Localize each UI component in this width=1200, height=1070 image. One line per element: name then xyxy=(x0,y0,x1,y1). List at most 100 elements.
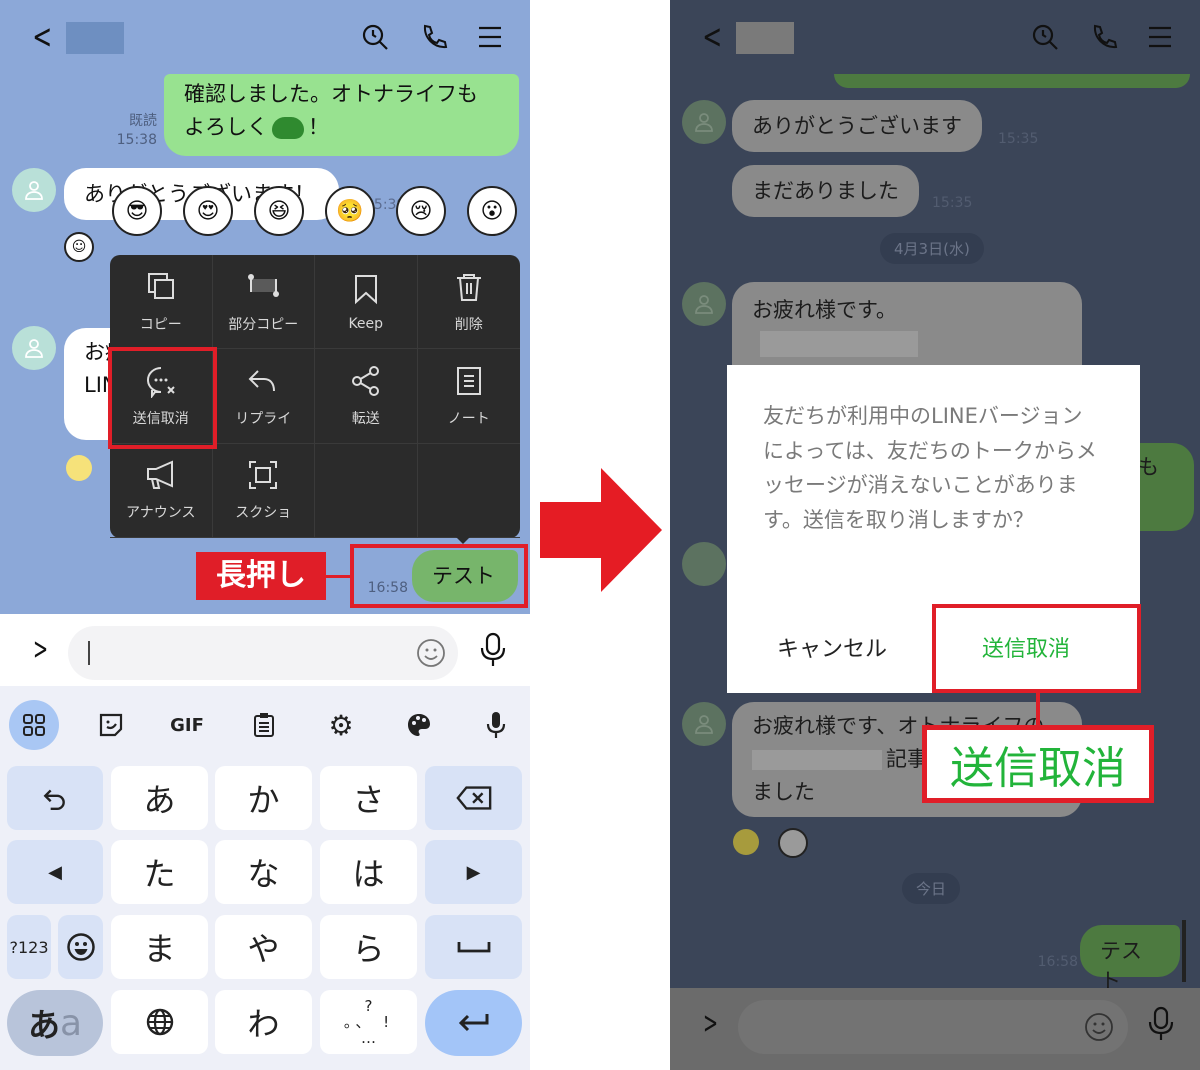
theme-palette-icon[interactable] xyxy=(394,700,444,750)
avatar[interactable] xyxy=(682,282,726,326)
apps-grid-icon[interactable] xyxy=(9,700,59,750)
reaction-touched-icon[interactable]: 🥺 xyxy=(325,186,375,236)
voice-input-icon[interactable] xyxy=(471,700,521,750)
menu-item-delete[interactable]: 削除 xyxy=(417,255,520,350)
emoji-icon[interactable] xyxy=(1084,1012,1114,1042)
avatar[interactable] xyxy=(682,100,726,144)
annotation-long-press: 長押し xyxy=(196,552,326,600)
key-sa[interactable]: さ xyxy=(320,766,417,830)
key-ta[interactable]: た xyxy=(111,840,208,904)
message-text: まだありました xyxy=(752,179,899,203)
menu-icon[interactable] xyxy=(475,22,505,52)
avatar[interactable] xyxy=(682,542,726,586)
key-ma[interactable]: ま xyxy=(111,915,208,979)
received-message[interactable]: まだありました xyxy=(732,165,919,217)
key-na[interactable]: な xyxy=(215,840,312,904)
space-icon xyxy=(457,942,490,953)
sent-message[interactable]: 確認しました。オトナライフも よろしく ！ xyxy=(164,74,519,156)
back-chevron-icon[interactable]: < xyxy=(32,20,52,54)
left-triangle-icon: ◀ xyxy=(48,861,62,883)
menu-item-reply[interactable]: リプライ xyxy=(212,349,315,444)
message-time: 15:35 xyxy=(998,131,1039,147)
reaction-laugh-icon[interactable]: 😆 xyxy=(254,186,304,236)
search-history-icon[interactable] xyxy=(1030,22,1060,52)
settings-gear-icon[interactable]: ⚙ xyxy=(316,700,366,750)
key-a[interactable]: あ xyxy=(111,766,208,830)
key-cursor-left[interactable]: ◀ xyxy=(7,840,103,904)
expand-chevron-icon[interactable]: > xyxy=(33,632,48,667)
sent-message-test[interactable]: テスト xyxy=(1080,925,1180,993)
sticker-icon[interactable] xyxy=(86,700,136,750)
cancel-button[interactable]: キャンセル xyxy=(777,631,887,663)
menu-item-copy[interactable]: コピー xyxy=(110,255,213,350)
date-separator: 4月3日(水) xyxy=(880,233,984,264)
key-ha[interactable]: は xyxy=(320,840,417,904)
key-space[interactable] xyxy=(425,915,522,979)
avatar[interactable] xyxy=(12,168,56,212)
frog-emoji-icon xyxy=(272,116,304,139)
menu-item-label: コピー xyxy=(139,316,182,333)
message-text-line1: お疲れ様です。 xyxy=(752,294,1062,360)
key-wa[interactable]: わ xyxy=(215,990,312,1054)
key-symbols[interactable]: ?123 xyxy=(7,915,51,979)
menu-icon[interactable] xyxy=(1145,22,1175,52)
received-message[interactable]: ありがとうございます xyxy=(732,100,982,152)
key-undo[interactable] xyxy=(7,766,103,830)
message-input[interactable] xyxy=(738,1000,1128,1054)
avatar[interactable] xyxy=(12,326,56,370)
menu-item-keep[interactable]: Keep xyxy=(315,255,418,350)
message-input[interactable] xyxy=(68,626,458,680)
message-text: お疲れ様です。 xyxy=(752,298,897,322)
reaction-surprised-icon[interactable]: 😮 xyxy=(467,186,517,236)
menu-item-partial-copy[interactable]: 部分コピー xyxy=(212,255,315,350)
message-time: 15:38 xyxy=(116,132,157,148)
gif-button[interactable]: GIF xyxy=(162,700,212,750)
microphone-icon[interactable] xyxy=(478,632,508,668)
menu-item-forward[interactable]: 転送 xyxy=(315,349,418,444)
mode-en-label: a xyxy=(59,1002,83,1044)
redacted-text xyxy=(760,331,918,357)
phone-icon[interactable] xyxy=(418,22,448,52)
text-caret xyxy=(88,641,90,665)
microphone-icon[interactable] xyxy=(1146,1006,1176,1042)
menu-empty-cell xyxy=(315,443,418,538)
menu-item-screenshot[interactable]: スクショ xyxy=(212,443,315,538)
menu-item-label: リプライ xyxy=(235,410,292,427)
key-globe[interactable] xyxy=(111,990,208,1054)
smile-emoji-icon xyxy=(733,829,759,855)
message-input-bar: > xyxy=(0,614,530,686)
menu-item-announce[interactable]: アナウンス xyxy=(110,443,213,538)
key-emoji[interactable] xyxy=(58,915,103,979)
punct-bottom: … xyxy=(361,1029,376,1047)
message-text-line2: よろしく ！ xyxy=(184,111,499,144)
key-enter[interactable] xyxy=(425,990,522,1056)
menu-item-label: ノート xyxy=(447,410,490,427)
key-backspace[interactable] xyxy=(425,766,522,830)
emoji-icon[interactable] xyxy=(416,638,446,668)
key-punctuation[interactable]: ? 。、 ! … xyxy=(320,990,417,1054)
message-suffix: ！ xyxy=(308,115,329,139)
expand-chevron-icon[interactable]: > xyxy=(703,1006,718,1041)
reaction-thumbs-up-icon[interactable]: 😎 xyxy=(112,186,162,236)
trash-icon xyxy=(456,273,481,301)
punct-mid: 。、 ! xyxy=(343,1013,394,1031)
scrollbar[interactable] xyxy=(1182,920,1186,982)
key-cursor-right[interactable]: ▶ xyxy=(425,840,522,904)
message-text: ありがとうございます xyxy=(752,114,962,138)
key-input-mode[interactable]: あa xyxy=(7,990,103,1056)
avatar[interactable] xyxy=(682,702,726,746)
back-chevron-icon[interactable]: < xyxy=(702,20,722,54)
key-ka[interactable]: か xyxy=(215,766,312,830)
menu-item-note[interactable]: ノート xyxy=(417,349,520,444)
clipboard-icon[interactable] xyxy=(239,700,289,750)
reaction-crying-icon[interactable]: 😢 xyxy=(396,186,446,236)
annotation-connector xyxy=(325,575,352,578)
search-history-icon[interactable] xyxy=(360,22,390,52)
reaction-heart-eyes-icon[interactable]: 😍 xyxy=(183,186,233,236)
read-receipt: 既読 15:38 xyxy=(112,112,157,150)
sent-message-partial xyxy=(834,74,1190,88)
key-ya[interactable]: や xyxy=(215,915,312,979)
key-ra[interactable]: ら xyxy=(320,915,417,979)
phone-icon[interactable] xyxy=(1088,22,1118,52)
date-separator-today: 今日 xyxy=(902,873,961,904)
